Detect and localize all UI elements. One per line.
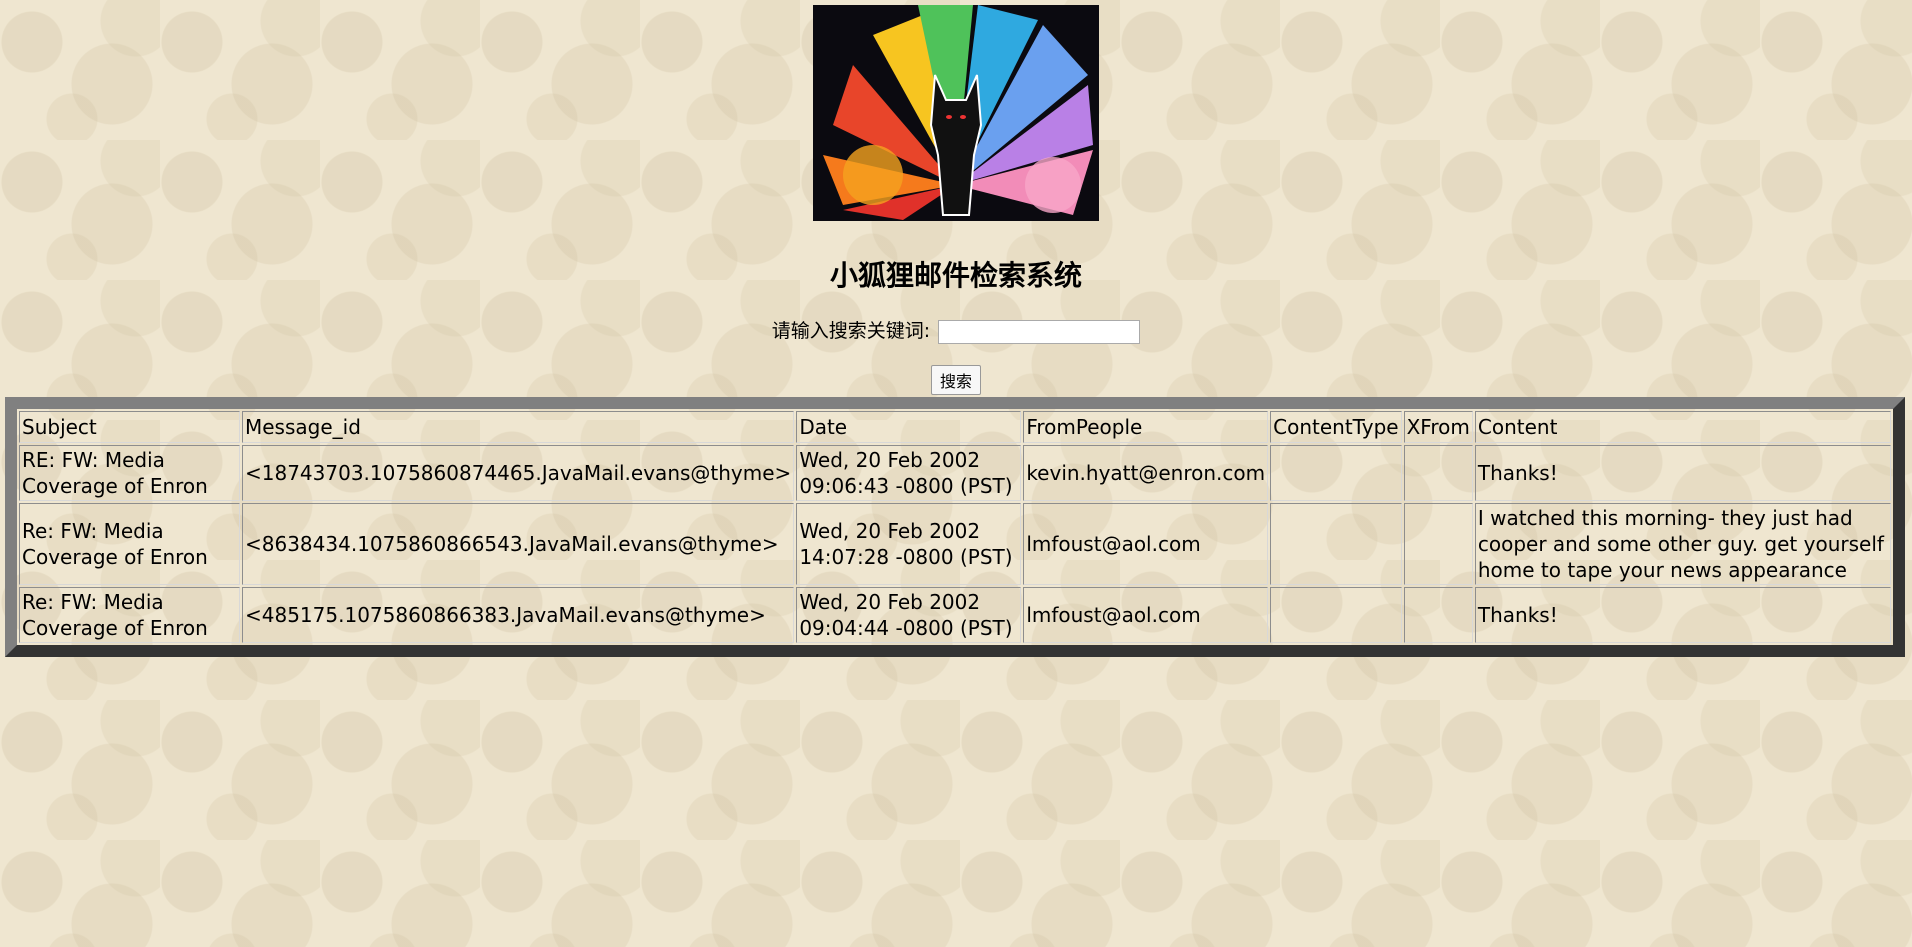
table-row: Re: FW: Media Coverage of Enron <485175.…: [19, 587, 1891, 643]
cell-content: Thanks!: [1474, 587, 1891, 643]
cell-from-people: lmfoust@aol.com: [1023, 503, 1269, 585]
results-table-frame: Subject Message_id Date FromPeople Conte…: [5, 397, 1905, 657]
column-header-content-type: ContentType: [1270, 411, 1402, 443]
search-label: 请输入搜索关键词:: [771, 320, 931, 342]
cell-content-type: [1270, 587, 1402, 643]
cell-subject: Re: FW: Media Coverage of Enron: [19, 587, 240, 643]
cell-message-id: <8638434.1075860866543.JavaMail.evans@th…: [242, 503, 795, 585]
column-header-from-people: FromPeople: [1023, 411, 1269, 443]
table-header-row: Subject Message_id Date FromPeople Conte…: [19, 411, 1891, 443]
cell-xfrom: [1403, 445, 1473, 501]
fox-logo-image: [813, 5, 1099, 221]
cell-date: Wed, 20 Feb 2002 14:07:28 -0800 (PST): [796, 503, 1022, 585]
cell-subject: RE: FW: Media Coverage of Enron: [19, 445, 240, 501]
page-title: 小狐狸邮件检索系统: [829, 259, 1082, 292]
cell-content-type: [1270, 445, 1402, 501]
search-button-row: 搜索: [0, 365, 1912, 395]
cell-from-people: lmfoust@aol.com: [1023, 587, 1269, 643]
cell-date: Wed, 20 Feb 2002 09:06:43 -0800 (PST): [796, 445, 1022, 501]
column-header-message-id: Message_id: [242, 411, 795, 443]
cell-xfrom: [1403, 587, 1473, 643]
results-table: Subject Message_id Date FromPeople Conte…: [17, 409, 1893, 645]
nine-tailed-fox-logo-icon: [813, 5, 1099, 221]
cell-message-id: <485175.1075860866383.JavaMail.evans@thy…: [242, 587, 795, 643]
cell-content-type: [1270, 503, 1402, 585]
column-header-date: Date: [796, 411, 1022, 443]
table-row: RE: FW: Media Coverage of Enron <1874370…: [19, 445, 1891, 501]
column-header-subject: Subject: [19, 411, 240, 443]
search-button[interactable]: 搜索: [930, 365, 981, 395]
column-header-content: Content: [1474, 411, 1891, 443]
cell-subject: Re: FW: Media Coverage of Enron: [19, 503, 240, 585]
search-row: 请输入搜索关键词:: [0, 316, 1912, 344]
cell-from-people: kevin.hyatt@enron.com: [1023, 445, 1269, 501]
table-row: Re: FW: Media Coverage of Enron <8638434…: [19, 503, 1891, 585]
cell-content: Thanks!: [1474, 445, 1891, 501]
cell-date: Wed, 20 Feb 2002 09:04:44 -0800 (PST): [796, 587, 1022, 643]
cell-message-id: <18743703.1075860874465.JavaMail.evans@t…: [242, 445, 795, 501]
cell-xfrom: [1403, 503, 1473, 585]
column-header-xfrom: XFrom: [1403, 411, 1473, 443]
search-input[interactable]: [938, 319, 1141, 344]
cell-content: I watched this morning- they just had co…: [1474, 503, 1891, 585]
